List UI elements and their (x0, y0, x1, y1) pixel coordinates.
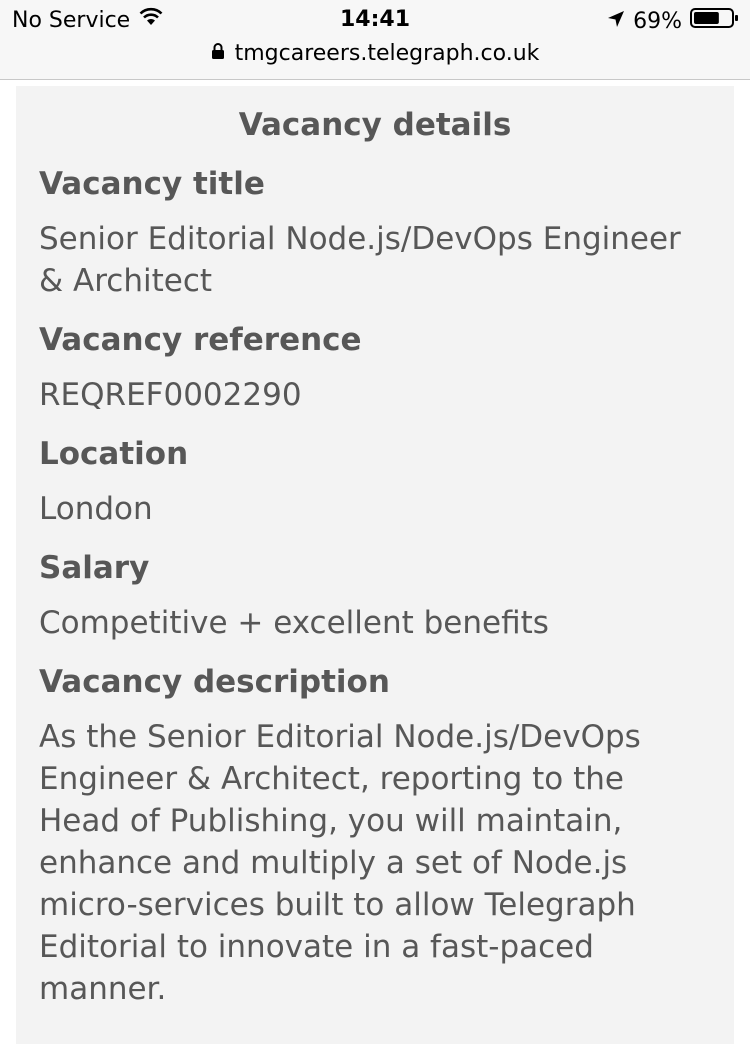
url-bar[interactable]: tmgcareers.telegraph.co.uk (0, 40, 750, 80)
url-text[interactable]: tmgcareers.telegraph.co.uk (235, 41, 540, 66)
vacancy-description-label: Vacancy description (39, 664, 390, 700)
vacancy-title-label: Vacancy title (39, 166, 265, 202)
battery-percent: 69% (633, 8, 682, 34)
salary-value: Competitive + excellent benefits (39, 605, 549, 641)
vacancy-description-value: As the Senior Editorial Node.js/DevOps E… (39, 719, 641, 1007)
location-arrow-icon (607, 9, 625, 34)
battery-icon (690, 7, 740, 35)
lock-icon (211, 41, 225, 66)
vacancy-reference-value: REQREF0002290 (39, 377, 302, 413)
location-value: London (39, 491, 153, 527)
status-bar: No Service 14:41 69% (0, 0, 750, 40)
salary-label: Salary (39, 550, 150, 586)
panel-title: Vacancy details (238, 107, 512, 143)
status-right: 69% (607, 7, 740, 35)
vacancy-reference-label: Vacancy reference (39, 322, 362, 358)
url-display[interactable]: tmgcareers.telegraph.co.uk (0, 41, 750, 66)
location-label: Location (39, 436, 189, 472)
vacancy-details-panel: Vacancy details Vacancy title Senior Edi… (16, 86, 734, 1044)
vacancy-title-value: Senior Editorial Node.js/DevOps Engineer… (39, 221, 681, 299)
